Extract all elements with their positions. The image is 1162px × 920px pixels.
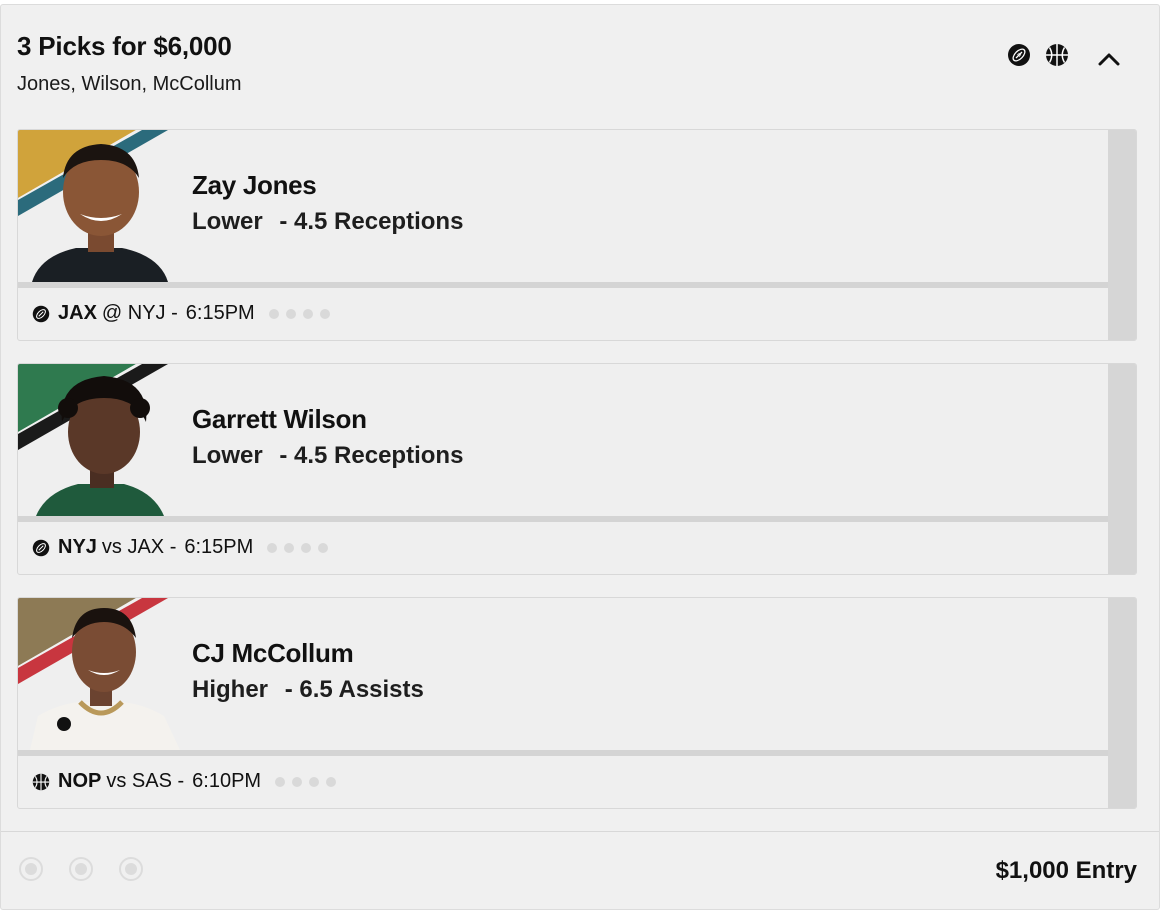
player-name: CJ McCollum (192, 638, 354, 668)
pick-rail[interactable] (1108, 130, 1136, 340)
game-info: NYJ vs JAX - 6:15PM (32, 536, 329, 559)
stat-line: - 4.5 Receptions (279, 442, 464, 469)
loading-dots (268, 308, 330, 319)
loading-dots (275, 776, 337, 787)
pick-item[interactable]: Garrett Wilson Lower - 4.5 Receptions NY… (17, 363, 1137, 575)
football-icon (32, 305, 50, 322)
football-icon (32, 539, 50, 556)
game-time: 6:15PM (184, 536, 254, 558)
status-radio[interactable] (119, 857, 143, 881)
team-abbr: NOP (58, 770, 102, 792)
stat-line: - 4.5 Receptions (279, 208, 464, 235)
pick-direction: Higher (192, 676, 269, 703)
pick-item[interactable]: Zay Jones Lower - 4.5 Receptions JAX @ N… (17, 129, 1137, 341)
player-name: Garrett Wilson (192, 404, 367, 434)
entry-amount: $1,000 Entry (995, 857, 1137, 884)
player-name: Zay Jones (192, 170, 317, 200)
footer-divider (1, 831, 1159, 832)
pick-direction: Lower (192, 442, 263, 469)
divider (18, 516, 1108, 522)
pick-rail[interactable] (1108, 364, 1136, 574)
projection-line: Lower - 4.5 Receptions (192, 208, 463, 236)
stat-line: - 6.5 Assists (284, 676, 424, 703)
game-time: 6:15PM (185, 302, 255, 324)
pick-status-indicators (19, 857, 143, 881)
basketball-icon (32, 773, 50, 790)
team-abbr: NYJ (58, 536, 97, 558)
chevron-up-icon (1098, 53, 1120, 66)
pick-direction: Lower (192, 208, 263, 235)
divider (18, 750, 1108, 756)
player-photo (18, 130, 182, 282)
card-subtitle: Jones, Wilson, McCollum (17, 73, 242, 95)
pick-rail[interactable] (1108, 598, 1136, 808)
projection-line: Lower - 4.5 Receptions (192, 442, 463, 470)
divider (18, 282, 1108, 288)
game-info: NOP vs SAS - 6:10PM (32, 770, 337, 793)
status-radio[interactable] (69, 857, 93, 881)
team-abbr: JAX (58, 302, 97, 324)
projection-line: Higher - 6.5 Assists (192, 676, 424, 704)
matchup: @ NYJ - (101, 302, 178, 324)
status-radio[interactable] (19, 857, 43, 881)
game-info: JAX @ NYJ - 6:15PM (32, 302, 330, 325)
game-time: 6:10PM (192, 770, 262, 792)
basketball-icon (1046, 44, 1068, 66)
sport-icons (1007, 43, 1069, 67)
pick-item[interactable]: CJ McCollum Higher - 6.5 Assists NOP vs … (17, 597, 1137, 809)
pick-card: 3 Picks for $6,000 Jones, Wilson, McColl… (0, 4, 1160, 910)
collapse-button[interactable] (1091, 41, 1127, 77)
football-icon (1008, 44, 1030, 66)
matchup: vs JAX - (101, 536, 177, 558)
player-photo (18, 364, 182, 516)
matchup: vs SAS - (106, 770, 185, 792)
player-photo (18, 598, 182, 750)
loading-dots (267, 542, 329, 553)
card-title: 3 Picks for $6,000 (17, 31, 232, 61)
